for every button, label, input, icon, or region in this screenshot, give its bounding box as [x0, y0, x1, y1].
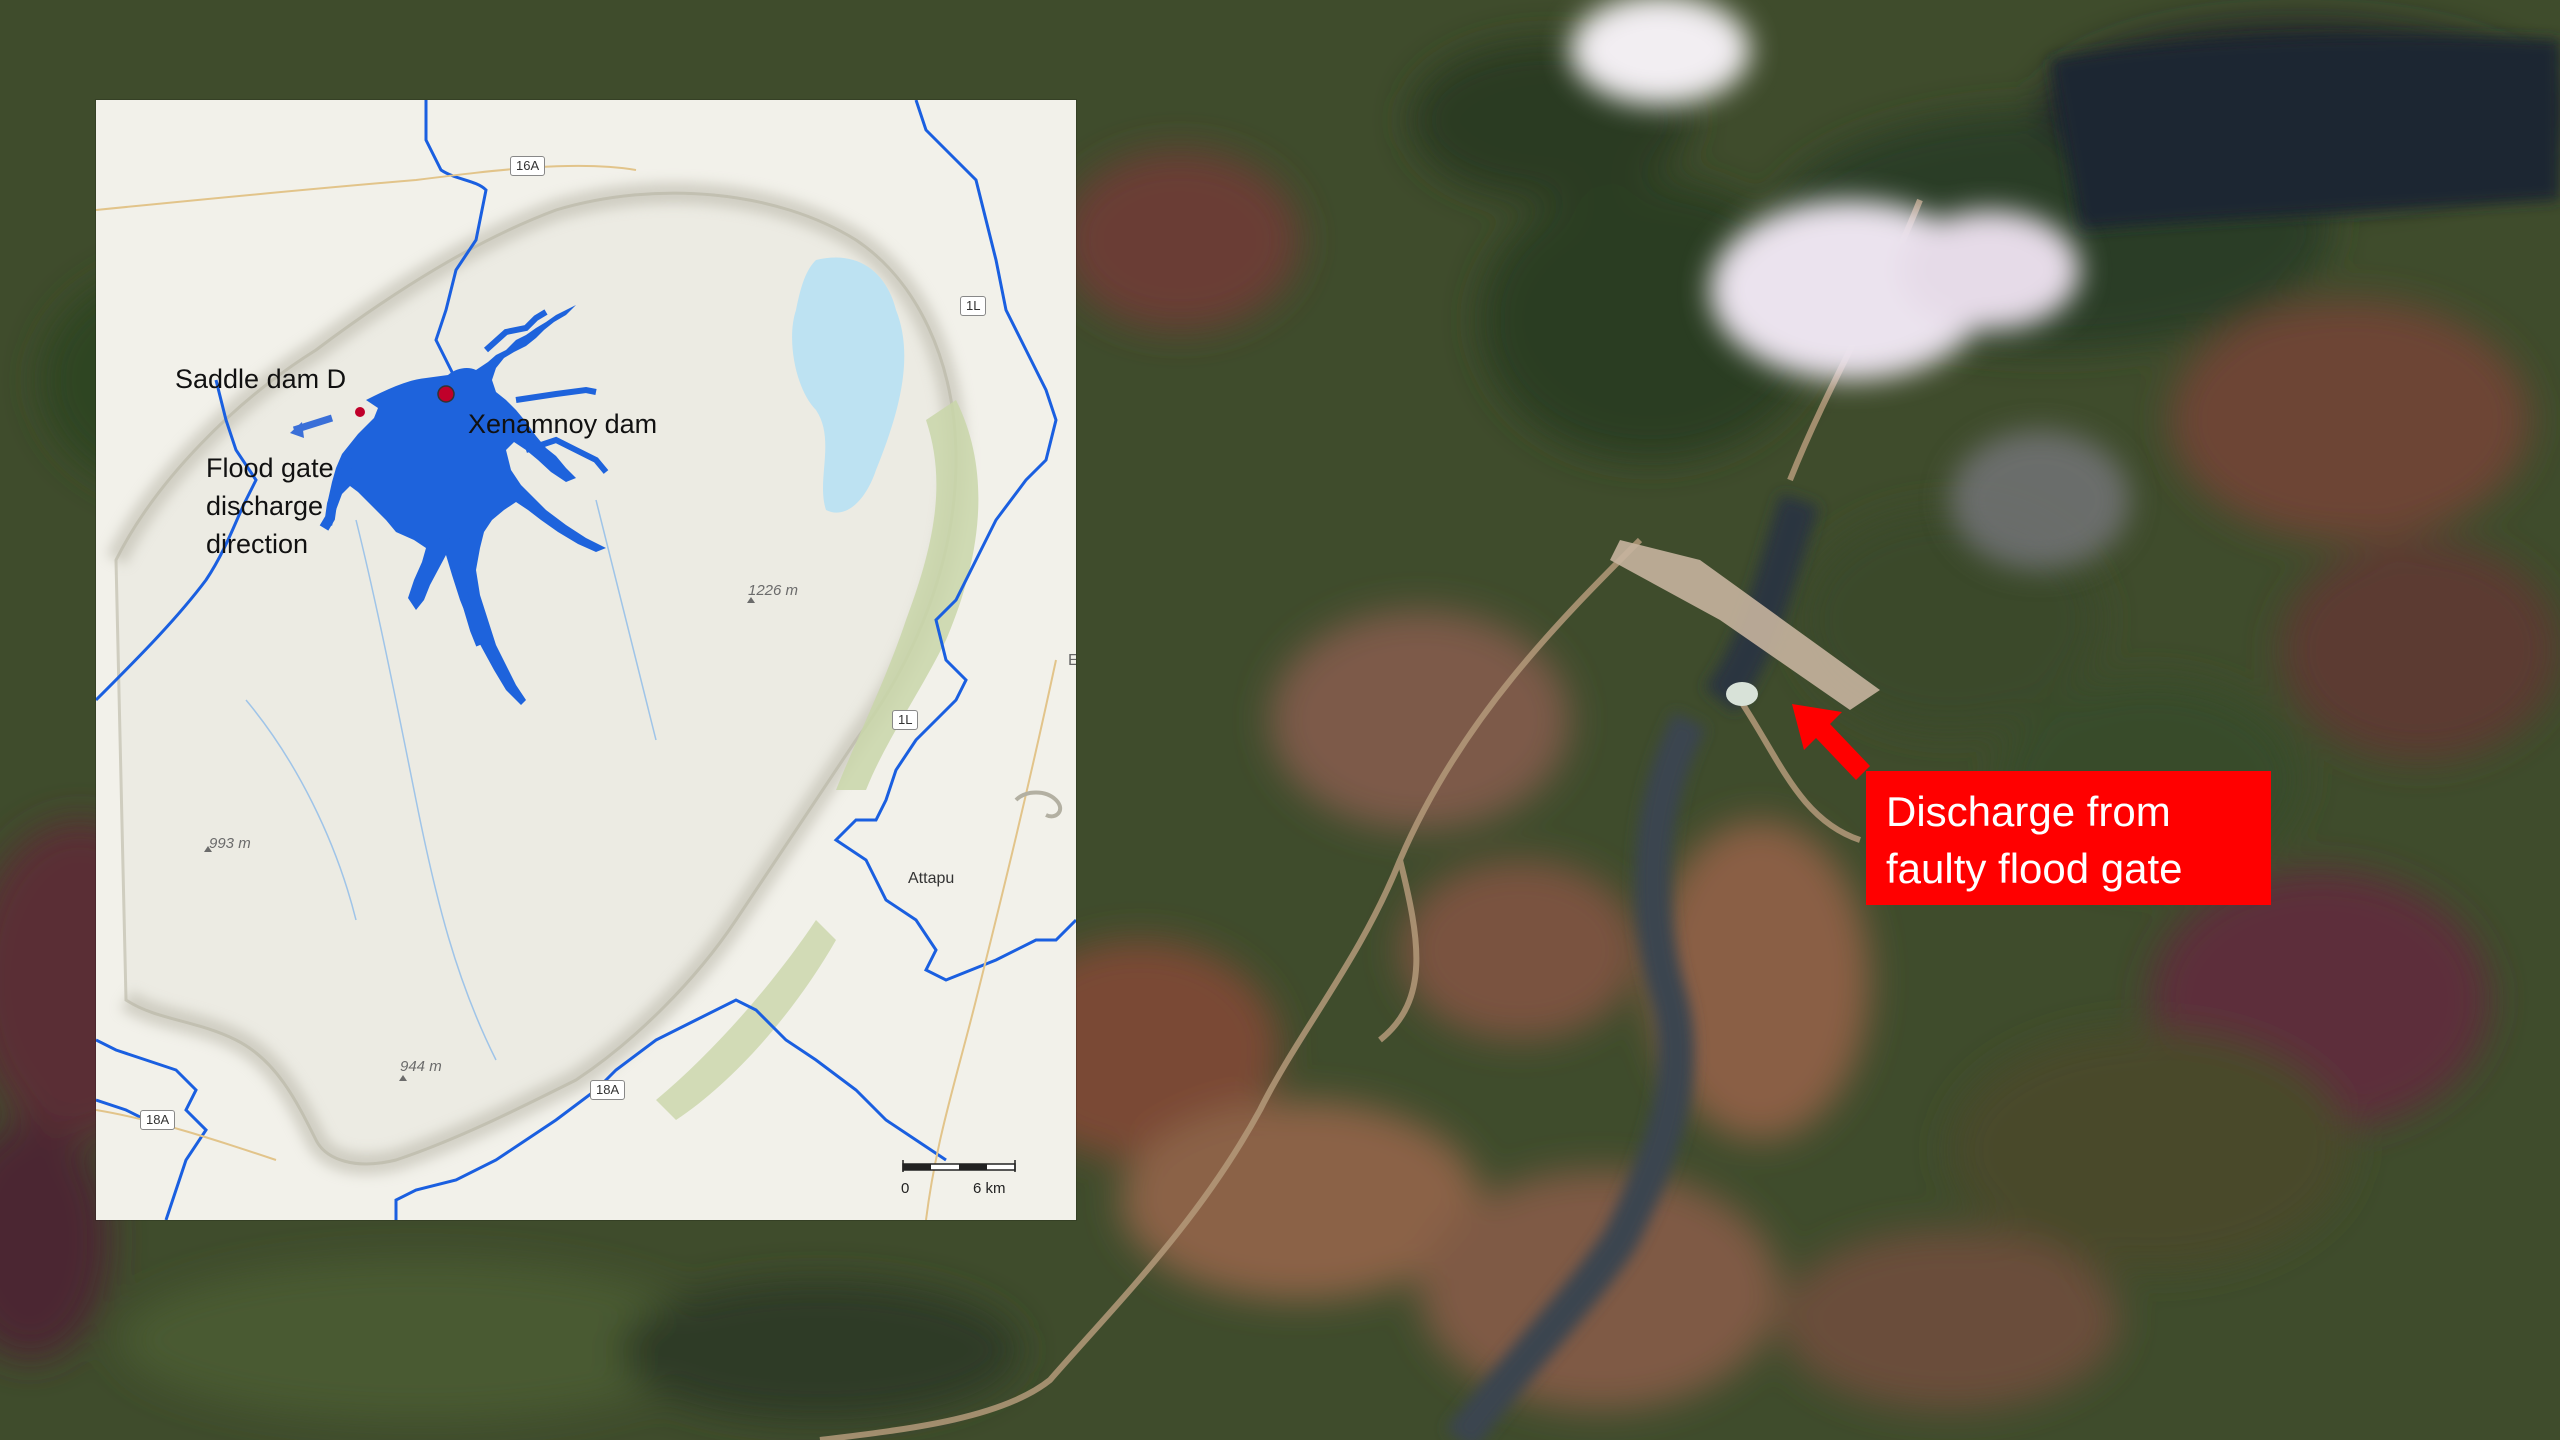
- scale-bar: 0 6 km: [901, 1158, 1031, 1202]
- dam-label: Xenamnoy dam: [468, 409, 658, 439]
- town-label: Attapu: [908, 870, 955, 887]
- callout-line2: faulty flood gate: [1886, 845, 2183, 892]
- elevation-label: 993 m: [209, 835, 251, 852]
- scale-start: 0: [901, 1180, 910, 1197]
- elevation-label: 1226 m: [748, 582, 799, 599]
- edge-letter: E: [1068, 652, 1076, 669]
- inset-map: Saddle dam D Xenamnoy dam Flood gate dis…: [96, 100, 1076, 1220]
- road-shield: 1L: [892, 710, 919, 730]
- elevation-label: 944 m: [400, 1058, 442, 1075]
- road-shield: 18A: [590, 1080, 626, 1100]
- saddle-dam-label: Saddle dam D: [175, 364, 347, 394]
- road-shield: 18A: [140, 1110, 176, 1130]
- callout-line1: Discharge from: [1886, 788, 2171, 835]
- road-shield: 16A: [510, 156, 546, 176]
- discharge-label-line3: direction: [206, 529, 309, 559]
- satellite-scene: Saddle dam D Xenamnoy dam Flood gate dis…: [0, 0, 2560, 1440]
- discharge-label-line1: Flood gate: [206, 453, 334, 483]
- discharge-callout: Discharge from faulty flood gate: [1866, 771, 2271, 905]
- scale-end: 6 km: [973, 1180, 1006, 1197]
- discharge-label-line2: discharge: [206, 491, 324, 521]
- scale-bar-graphic: [902, 1160, 1016, 1172]
- inset-map-graphics: [96, 100, 1076, 1220]
- road-shield: 1L: [960, 296, 987, 316]
